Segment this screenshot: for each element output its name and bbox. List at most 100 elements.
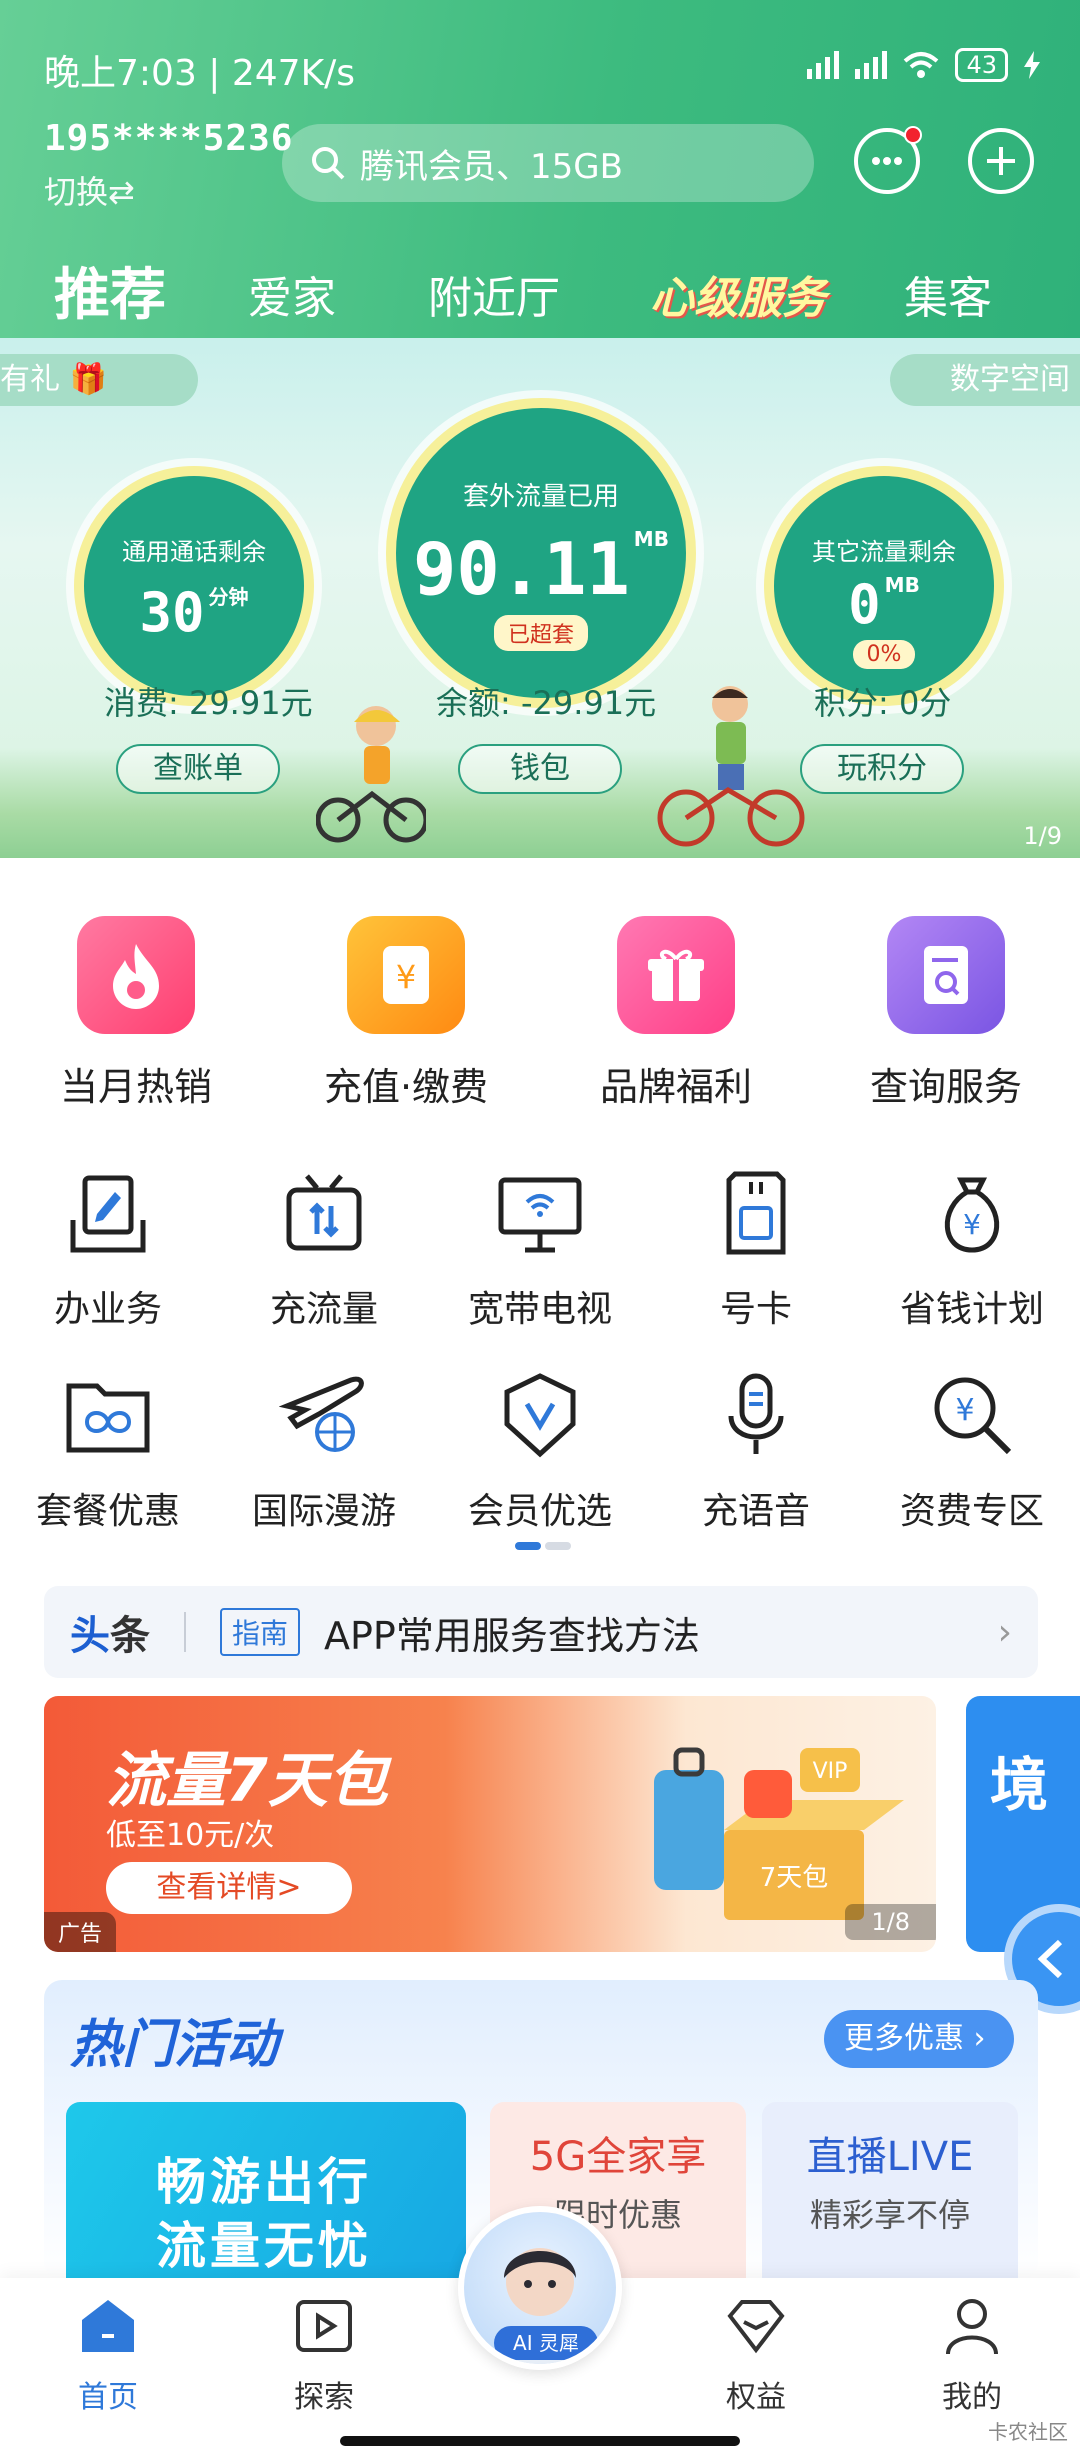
messages-button[interactable]	[854, 126, 922, 194]
gift-pill-label: 有礼	[0, 362, 60, 397]
gauge-call-remaining[interactable]: 通用通话剩余 30 分钟	[74, 466, 314, 706]
tab-recommend[interactable]: 推荐	[54, 250, 166, 331]
tab-group-customer[interactable]: 集客	[904, 262, 992, 326]
gauge-other-data-remaining[interactable]: 其它流量剩余 0 MB 0%	[764, 466, 1004, 706]
top-tabs: 推荐 爱家 附近厅 心级服务 集客	[0, 250, 1080, 328]
spending-stat: 消费: 29.91元	[104, 684, 313, 722]
gauge-value: 90.11 MB	[396, 527, 686, 611]
signal-icon	[807, 51, 840, 79]
menu-page-dots	[515, 1542, 571, 1550]
headline-bar[interactable]: 头条 指南 APP常用服务查找方法 ›	[44, 1586, 1038, 1678]
menu-hot-sale[interactable]: 当月热销	[26, 916, 246, 1111]
menu-brand-benefits[interactable]: 品牌福利	[566, 916, 786, 1111]
gauge-number: 30	[139, 581, 205, 644]
banner-page-indicator: 1/9	[1023, 822, 1062, 850]
ai-assistant-button[interactable]: AI 灵犀	[458, 2206, 622, 2370]
card-travel[interactable]: 畅游出行 流量无忧	[66, 2102, 466, 2302]
watermark: 卡农社区	[988, 2420, 1068, 2444]
percent-tag: 0%	[852, 640, 916, 669]
digital-space-label: 数字空间	[950, 362, 1070, 397]
svg-text:¥: ¥	[955, 1393, 974, 1428]
gauge-label: 套外流量已用	[462, 482, 619, 512]
menu-sim-card[interactable]: 号卡	[656, 1168, 856, 1332]
gauge-unit: MB	[884, 573, 920, 597]
headline-tag-b: 条	[110, 1613, 150, 1659]
tab-star-service[interactable]: 心级服务	[650, 262, 826, 326]
menu-label: 品牌福利	[599, 1065, 752, 1109]
nav-label: 首页	[78, 2380, 138, 2415]
card-travel-line2: 流量无忧	[156, 2217, 372, 2275]
boy-bike-illustration	[657, 686, 805, 847]
tab-home-family[interactable]: 爱家	[248, 262, 336, 326]
menu-label: 国际漫游	[251, 1491, 396, 1532]
menu-query-service[interactable]: 查询服务	[836, 916, 1056, 1111]
digital-space-pill[interactable]: 数字空间	[890, 354, 1080, 406]
nav-label: 权益	[726, 2380, 786, 2415]
account-switcher[interactable]: 195****5236 切换⇄	[44, 118, 293, 213]
menu-label: 充语音	[701, 1491, 810, 1532]
ad-title: 流量7天包	[106, 1746, 388, 1816]
wallet-button[interactable]: 钱包	[458, 744, 622, 794]
menu-data-recharge[interactable]: 充流量	[224, 1168, 424, 1332]
search-doc-icon	[887, 916, 1005, 1034]
menu-intl-roaming[interactable]: 国际漫游	[224, 1370, 424, 1534]
page-dot	[545, 1542, 571, 1550]
gauge-number: 0	[848, 573, 881, 636]
chevron-left-icon	[1037, 1939, 1063, 1979]
notification-dot	[904, 126, 922, 144]
card-live[interactable]: 直播LIVE 精彩享不停	[762, 2102, 1018, 2302]
points-stat: 积分: 0分	[814, 684, 952, 722]
menu-member-select[interactable]: 会员优选	[440, 1370, 640, 1534]
view-bill-button[interactable]: 查账单	[116, 744, 280, 794]
user-icon	[946, 2299, 998, 2355]
flame-icon	[77, 916, 195, 1034]
menu-label: 套餐优惠	[35, 1491, 180, 1532]
status-bar: 晚上7:03 | 247K/s 43	[44, 44, 1040, 94]
nav-explore[interactable]: 探索	[254, 2296, 394, 2416]
menu-savings-plan[interactable]: ¥ 省钱计划	[872, 1168, 1072, 1332]
ad-subtitle: 低至10元/次	[106, 1818, 275, 1853]
gift-icon	[617, 916, 735, 1034]
charging-icon	[1024, 51, 1040, 79]
status-time: 晚上7:03 | 247K/s	[44, 53, 356, 94]
play-points-button[interactable]: 玩积分	[800, 744, 964, 794]
sim-card-icon	[726, 1171, 786, 1255]
nav-label: 我的	[942, 2380, 1002, 2415]
nav-benefits[interactable]: 权益	[686, 2296, 826, 2416]
plane-globe-icon	[278, 1376, 364, 1452]
gauge-unit: 分钟	[208, 585, 249, 609]
gauge-label: 其它流量剩余	[812, 538, 956, 566]
menu-tariff-zone[interactable]: ¥ 资费专区	[872, 1370, 1072, 1534]
ad-banner[interactable]: 流量7天包 低至10元/次 查看详情> 7天包 VIP 广告 1/8	[44, 1696, 936, 1952]
menu-package-deals[interactable]: 套餐优惠	[8, 1370, 208, 1534]
data-transfer-icon	[286, 1174, 362, 1251]
gauge-label: 通用通话剩余	[122, 538, 266, 566]
menu-recharge-pay[interactable]: ¥ 充值·缴费	[296, 916, 516, 1111]
page-dot-active	[515, 1542, 541, 1550]
menu-broadband-tv[interactable]: 宽带电视	[440, 1168, 640, 1332]
nav-mine[interactable]: 我的	[902, 2296, 1042, 2416]
hot-title: 热门活动	[70, 2015, 279, 2075]
headline-tag: 头条	[70, 1603, 150, 1661]
home-indicator[interactable]	[340, 2436, 740, 2446]
search-input[interactable]: 腾讯会员、15GB	[282, 124, 814, 202]
more-offers-label: 更多优惠	[844, 2021, 964, 2056]
folder-infinity-icon	[66, 1383, 150, 1453]
menu-business[interactable]: 办业务	[8, 1168, 208, 1332]
add-button[interactable]	[968, 128, 1034, 194]
gauge-extra-data-used[interactable]: 套外流量已用 90.11 MB 已超套	[386, 398, 696, 708]
gift-pill[interactable]: 有礼 🎁	[0, 354, 198, 406]
yuan-search-icon: ¥	[934, 1377, 1012, 1455]
tab-nearby-hall[interactable]: 附近厅	[428, 262, 560, 326]
menu-voice-recharge[interactable]: 充语音	[656, 1370, 856, 1534]
svg-text:7天包: 7天包	[760, 1863, 829, 1893]
more-offers-button[interactable]: 更多优惠 ›	[824, 2010, 1014, 2068]
ad-details-button[interactable]: 查看详情>	[106, 1862, 352, 1914]
svg-text:¥: ¥	[396, 958, 416, 996]
usage-banner[interactable]: 有礼 🎁 数字空间 通用通话剩余 30 分钟 套外流量已用 90.11 MB 已超套…	[0, 338, 1080, 858]
yuan-icon: ¥	[347, 916, 465, 1034]
nav-home[interactable]: 首页	[38, 2296, 178, 2416]
gauge-value: 30 分钟	[84, 581, 304, 644]
chevron-right-icon: ›	[973, 2021, 986, 2056]
headline-tag-a: 头	[70, 1613, 110, 1659]
